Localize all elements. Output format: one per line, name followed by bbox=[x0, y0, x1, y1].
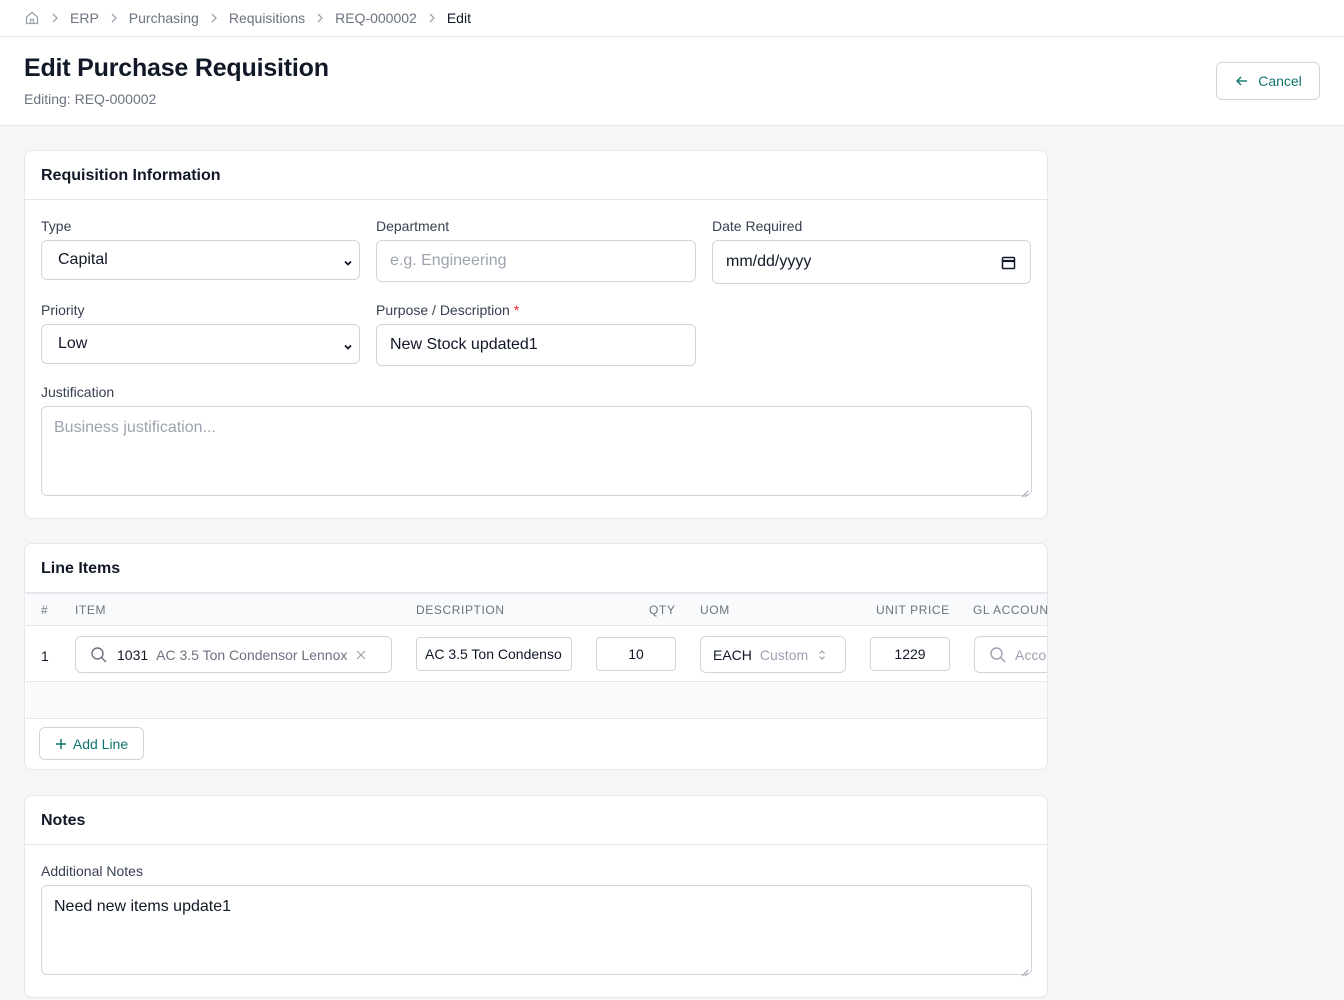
page-subtitle: Editing: REQ-000002 bbox=[24, 91, 157, 107]
department-placeholder: e.g. Engineering bbox=[390, 252, 507, 269]
resize-handle-icon[interactable] bbox=[1021, 964, 1029, 977]
type-value: Capital bbox=[58, 251, 108, 268]
additional-notes-label: Additional Notes bbox=[41, 863, 143, 879]
breadcrumb: ERP Purchasing Requisitions REQ-000002 E… bbox=[0, 0, 1344, 37]
section-title: Notes bbox=[25, 796, 1047, 845]
col-unit-price: UNIT PRICE bbox=[876, 603, 950, 617]
add-line-button[interactable]: Add Line bbox=[39, 727, 144, 760]
purpose-value: New Stock updated1 bbox=[390, 336, 538, 353]
chevron-right-icon bbox=[424, 10, 440, 26]
chevron-right-icon bbox=[206, 10, 222, 26]
resize-handle-icon[interactable] bbox=[1021, 485, 1029, 498]
page-header: Edit Purchase Requisition Editing: REQ-0… bbox=[0, 37, 1344, 126]
chevron-right-icon bbox=[312, 10, 328, 26]
search-icon bbox=[989, 646, 1007, 664]
department-input[interactable]: e.g. Engineering bbox=[376, 240, 696, 282]
item-name: AC 3.5 Ton Condensor Lennox bbox=[156, 646, 348, 663]
breadcrumb-current: Edit bbox=[446, 10, 471, 26]
chevron-right-icon bbox=[47, 10, 63, 26]
purpose-label-text: Purpose / Description bbox=[376, 302, 510, 318]
description-input[interactable]: AC 3.5 Ton Condenso bbox=[416, 637, 572, 671]
type-label: Type bbox=[41, 218, 72, 234]
type-select[interactable]: Capital bbox=[41, 240, 360, 280]
chevron-down-icon bbox=[343, 339, 353, 350]
purpose-label: Purpose / Description * bbox=[376, 302, 519, 318]
breadcrumb-erp[interactable]: ERP bbox=[70, 10, 99, 26]
calendar-icon[interactable] bbox=[1001, 255, 1016, 270]
gl-account-placeholder: Acco bbox=[1015, 646, 1047, 663]
justification-textarea[interactable]: Business justification... bbox=[41, 406, 1032, 498]
uom-select[interactable]: EACH Custom bbox=[700, 636, 846, 673]
qty-input[interactable]: 10 bbox=[596, 637, 676, 671]
uom-value: EACH bbox=[713, 646, 752, 663]
justification-label: Justification bbox=[41, 384, 115, 400]
table-header: # ITEM DESCRIPTION QTY UOM UNIT PRICE GL… bbox=[26, 593, 1049, 626]
col-description: DESCRIPTION bbox=[416, 603, 505, 617]
breadcrumb-requisitions[interactable]: Requisitions bbox=[229, 10, 305, 26]
purpose-input[interactable]: New Stock updated1 bbox=[376, 324, 696, 366]
item-search-input[interactable]: 1031 AC 3.5 Ton Condensor Lennox bbox=[75, 636, 392, 673]
justification-placeholder: Business justification... bbox=[54, 419, 216, 436]
department-label: Department bbox=[376, 218, 450, 234]
add-line-label: Add Line bbox=[72, 735, 129, 752]
date-required-label: Date Required bbox=[712, 218, 803, 234]
breadcrumb-req-id[interactable]: REQ-000002 bbox=[335, 10, 417, 26]
date-required-value: mm/dd/yyyy bbox=[726, 253, 812, 270]
col-num: # bbox=[41, 603, 49, 617]
qty-value: 10 bbox=[628, 646, 644, 662]
gl-account-input[interactable]: Acco bbox=[974, 636, 1047, 673]
col-item: ITEM bbox=[75, 603, 107, 617]
description-value: AC 3.5 Ton Condenso bbox=[425, 646, 562, 662]
home-icon[interactable] bbox=[24, 10, 40, 26]
item-code: 1031 bbox=[117, 646, 149, 663]
plus-icon bbox=[55, 738, 67, 750]
clear-icon[interactable] bbox=[356, 650, 366, 660]
page-title: Edit Purchase Requisition bbox=[24, 54, 329, 82]
unit-price-input[interactable]: 1229 bbox=[870, 637, 950, 671]
section-title: Line Items bbox=[25, 544, 1047, 593]
row-number: 1 bbox=[41, 648, 49, 664]
arrow-left-icon bbox=[1234, 73, 1250, 89]
uom-hint: Custom bbox=[759, 646, 809, 663]
section-title: Requisition Information bbox=[25, 151, 1047, 200]
col-qty: QTY bbox=[649, 603, 676, 617]
cancel-button[interactable]: Cancel bbox=[1216, 62, 1320, 100]
col-uom: UOM bbox=[700, 603, 730, 617]
requisition-info-card: Requisition Information Type Capital Dep… bbox=[24, 150, 1048, 519]
additional-notes-value: Need new items update1 bbox=[54, 898, 231, 915]
search-icon bbox=[90, 646, 108, 664]
date-required-input[interactable]: mm/dd/yyyy bbox=[712, 240, 1031, 284]
line-items-card: Line Items # ITEM DESCRIPTION QTY UOM UN… bbox=[24, 543, 1048, 770]
cancel-label: Cancel bbox=[1258, 73, 1302, 89]
priority-value: Low bbox=[58, 335, 88, 352]
table-row: 1 1031 AC 3.5 Ton Condensor Lennox AC 3.… bbox=[26, 626, 1047, 682]
breadcrumb-purchasing[interactable]: Purchasing bbox=[129, 10, 199, 26]
table-footer-row bbox=[26, 682, 1047, 719]
notes-card: Notes Additional Notes Need new items up… bbox=[24, 795, 1048, 998]
chevron-updown-icon bbox=[818, 649, 826, 661]
col-gl-account: GL ACCOUN bbox=[973, 603, 1049, 617]
unit-price-value: 1229 bbox=[894, 646, 926, 662]
additional-notes-textarea[interactable]: Need new items update1 bbox=[41, 885, 1032, 977]
required-mark: * bbox=[513, 302, 520, 318]
priority-select[interactable]: Low bbox=[41, 324, 360, 364]
chevron-right-icon bbox=[106, 10, 122, 26]
chevron-down-icon bbox=[343, 255, 353, 266]
priority-label: Priority bbox=[41, 302, 85, 318]
